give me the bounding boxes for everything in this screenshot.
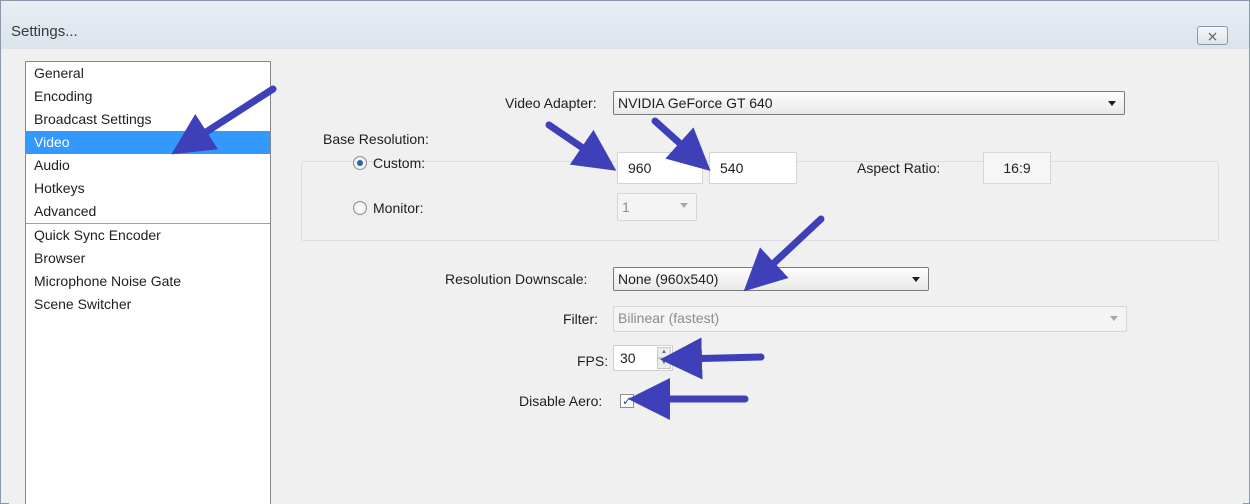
fps-stepper[interactable]: ▲ ▼ [657, 347, 671, 369]
title-bar: Settings... ⨯ [1, 1, 1249, 49]
close-icon: ⨯ [1206, 27, 1219, 44]
dialog-client-area: General Encoding Broadcast Settings Video Au… [9, 51, 1243, 504]
monitor-dropdown[interactable]: 1 [617, 193, 697, 221]
window-title: Settings... [11, 23, 78, 40]
disable-aero-label: Disable Aero: [519, 393, 603, 409]
sidebar-item-microphone-noise-gate[interactable]: Microphone Noise Gate [26, 270, 270, 293]
sidebar-item-broadcast-settings[interactable]: Broadcast Settings [26, 108, 270, 131]
sidebar-item-audio[interactable]: Audio [26, 154, 270, 177]
sidebar-item-hotkeys[interactable]: Hotkeys [26, 177, 270, 200]
resolution-downscale-label: Resolution Downscale: [445, 271, 588, 287]
close-button[interactable]: ⨯ [1197, 26, 1228, 45]
spin-up-icon[interactable]: ▲ [657, 347, 671, 358]
sidebar-item-browser[interactable]: Browser [26, 247, 270, 270]
sidebar-item-general[interactable]: General [26, 62, 270, 85]
spin-down-icon[interactable]: ▼ [657, 358, 671, 369]
monitor-value: 1 [622, 199, 630, 215]
base-resolution-label: Base Resolution: [323, 131, 429, 147]
video-adapter-value: NVIDIA GeForce GT 640 [618, 95, 773, 111]
settings-category-list[interactable]: General Encoding Broadcast Settings Video Au… [25, 61, 271, 504]
custom-radio[interactable] [353, 156, 367, 170]
filter-value: Bilinear (fastest) [618, 310, 720, 326]
fps-label: FPS: [577, 353, 609, 369]
filter-label: Filter: [563, 311, 598, 327]
resolution-downscale-dropdown[interactable]: None (960x540) [613, 267, 929, 291]
checkmark-icon: ✓ [621, 394, 633, 408]
chevron-down-icon [680, 203, 688, 208]
sidebar-item-encoding[interactable]: Encoding [26, 85, 270, 108]
filter-dropdown[interactable]: Bilinear (fastest) [613, 306, 1127, 332]
resolution-downscale-value: None (960x540) [618, 271, 719, 287]
sidebar-item-video[interactable]: Video [26, 131, 270, 154]
video-adapter-dropdown[interactable]: NVIDIA GeForce GT 640 [613, 91, 1125, 115]
sidebar-item-scene-switcher[interactable]: Scene Switcher [26, 293, 270, 316]
disable-aero-checkbox[interactable]: ✓ [620, 394, 634, 408]
aspect-ratio-label: Aspect Ratio: [857, 160, 941, 176]
chevron-down-icon [1110, 316, 1118, 321]
aspect-ratio-value: 16:9 [983, 152, 1051, 184]
base-height-input[interactable]: 540 [709, 152, 797, 184]
chevron-down-icon [1108, 101, 1116, 106]
monitor-label: Monitor: [373, 200, 424, 216]
settings-window: Settings... ⨯ General Encoding Broadcast S… [0, 0, 1250, 504]
sidebar-item-quick-sync-encoder[interactable]: Quick Sync Encoder [26, 224, 270, 247]
monitor-radio[interactable] [353, 201, 367, 215]
fps-spinbox[interactable]: 30 ▲ ▼ [613, 345, 673, 371]
sidebar-item-advanced[interactable]: Advanced [26, 200, 270, 223]
custom-label: Custom: [373, 155, 426, 171]
base-width-input[interactable]: 960 [617, 152, 703, 184]
chevron-down-icon [912, 277, 920, 282]
fps-value: 30 [620, 350, 636, 366]
video-settings-panel: Video Adapter: NVIDIA GeForce GT 640 Bas… [287, 51, 1243, 504]
video-adapter-label: Video Adapter: [505, 95, 597, 111]
